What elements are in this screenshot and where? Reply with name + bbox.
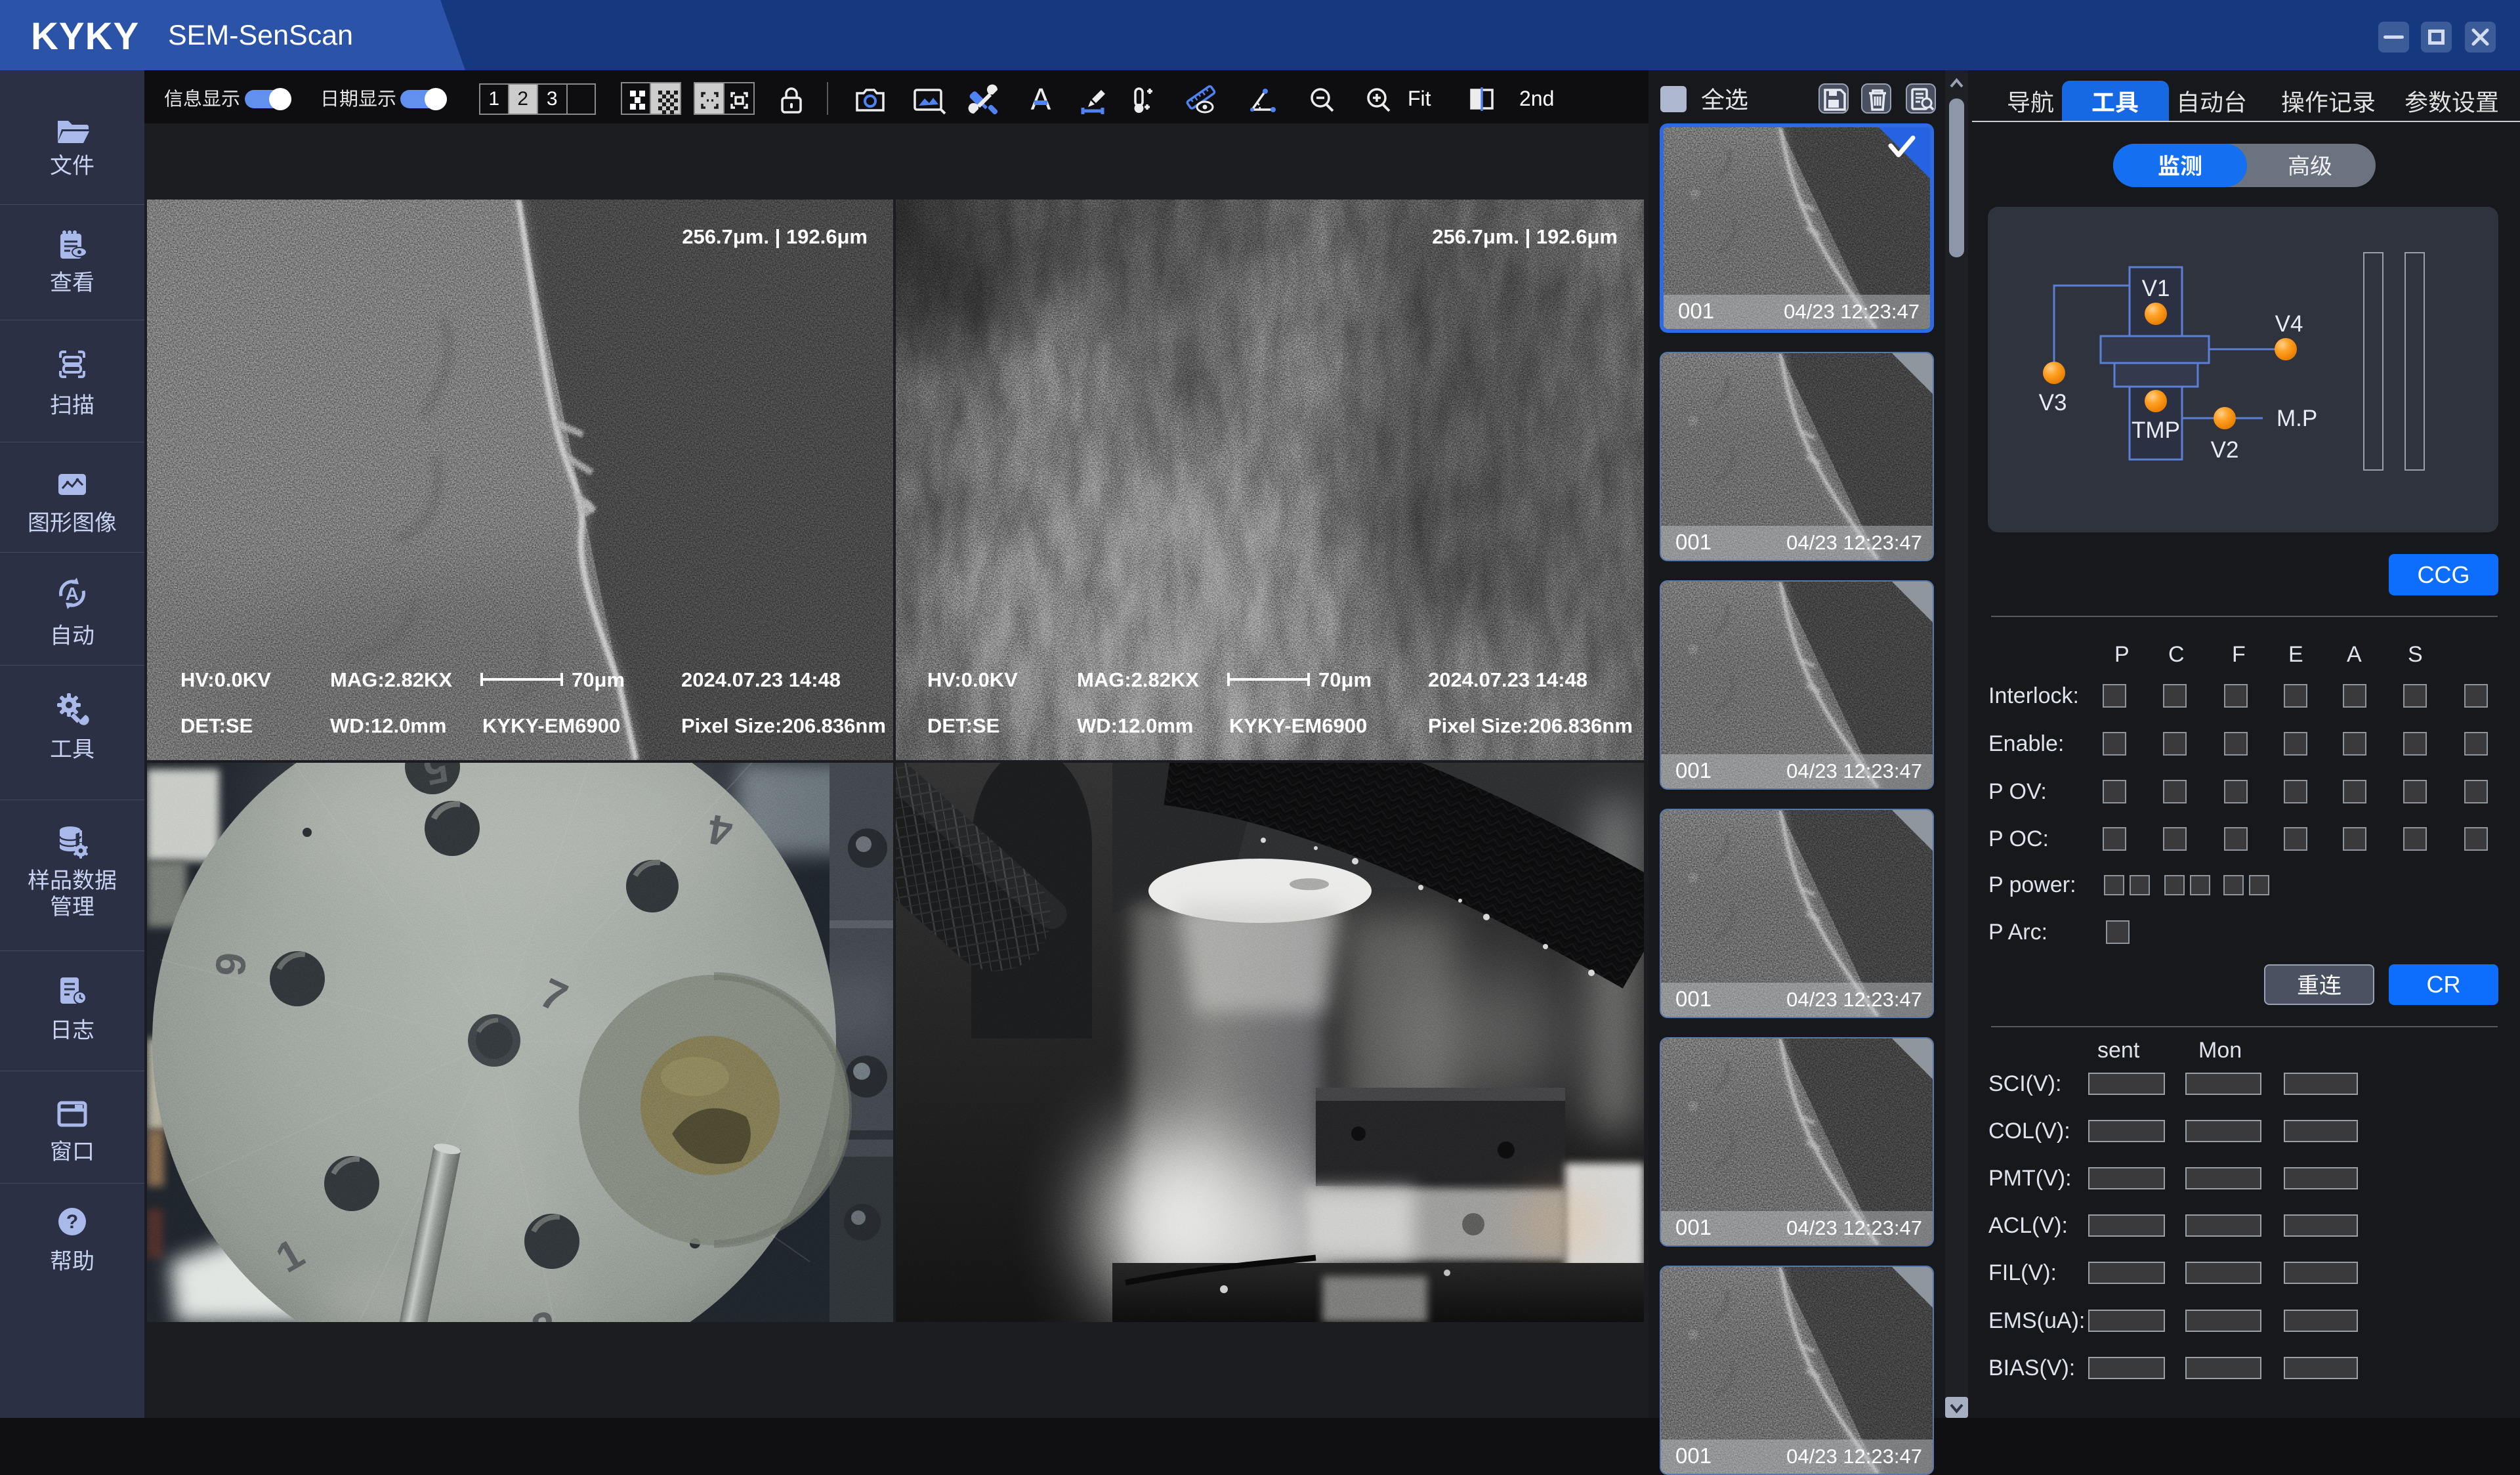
svg-text:70μm: 70μm <box>1318 668 1372 691</box>
svg-text:001: 001 <box>1675 1215 1712 1239</box>
svg-text:2024.07.23 14:48: 2024.07.23 14:48 <box>681 668 841 691</box>
svg-text:04/23 12:23:47: 04/23 12:23:47 <box>1786 1216 1922 1239</box>
svg-text:001: 001 <box>1675 758 1712 782</box>
svg-text:HV:0.0KV: HV:0.0KV <box>180 668 271 691</box>
svg-text:MAG:2.82KX: MAG:2.82KX <box>330 668 452 691</box>
svg-text:70μm: 70μm <box>572 668 625 691</box>
svg-text:001: 001 <box>1675 987 1712 1011</box>
svg-text:256.7μm. | 192.6μm: 256.7μm. | 192.6μm <box>1432 225 1618 248</box>
svg-text:04/23 12:23:47: 04/23 12:23:47 <box>1786 759 1922 782</box>
svg-text:KYKY-EM6900: KYKY-EM6900 <box>482 714 620 737</box>
svg-text:KYKY-EM6900: KYKY-EM6900 <box>1229 714 1367 737</box>
svg-text:04/23 12:23:47: 04/23 12:23:47 <box>1786 531 1922 554</box>
svg-text:256.7μm. | 192.6μm: 256.7μm. | 192.6μm <box>682 225 868 248</box>
svg-text:Pixel Size:206.836nm: Pixel Size:206.836nm <box>681 714 886 737</box>
svg-text:Pixel Size:206.836nm: Pixel Size:206.836nm <box>1428 714 1633 737</box>
svg-text:M.P: M.P <box>2277 406 2317 431</box>
svg-text:DET:SE: DET:SE <box>180 714 253 737</box>
svg-text:V3: V3 <box>2039 390 2067 416</box>
svg-text:04/23 12:23:47: 04/23 12:23:47 <box>1786 1445 1922 1468</box>
svg-text:V4: V4 <box>2275 311 2303 337</box>
svg-text:HV:0.0KV: HV:0.0KV <box>927 668 1018 691</box>
svg-text:V2: V2 <box>2211 437 2239 463</box>
svg-text:04/23 12:23:47: 04/23 12:23:47 <box>1784 300 1920 323</box>
svg-text:V1: V1 <box>2142 276 2170 301</box>
svg-text:001: 001 <box>1675 1443 1712 1468</box>
svg-text:TMP: TMP <box>2132 417 2180 443</box>
svg-text:MAG:2.82KX: MAG:2.82KX <box>1077 668 1199 691</box>
svg-text:WD:12.0mm: WD:12.0mm <box>1077 714 1193 737</box>
svg-text:WD:12.0mm: WD:12.0mm <box>330 714 446 737</box>
svg-text:?: ? <box>66 1211 78 1233</box>
svg-text:A: A <box>1031 82 1051 116</box>
svg-text:001: 001 <box>1678 299 1714 323</box>
svg-text:2024.07.23 14:48: 2024.07.23 14:48 <box>1428 668 1587 691</box>
svg-text:04/23 12:23:47: 04/23 12:23:47 <box>1786 988 1922 1011</box>
svg-text:001: 001 <box>1675 530 1712 554</box>
svg-text:DET:SE: DET:SE <box>927 714 999 737</box>
svg-text:A: A <box>66 584 79 604</box>
